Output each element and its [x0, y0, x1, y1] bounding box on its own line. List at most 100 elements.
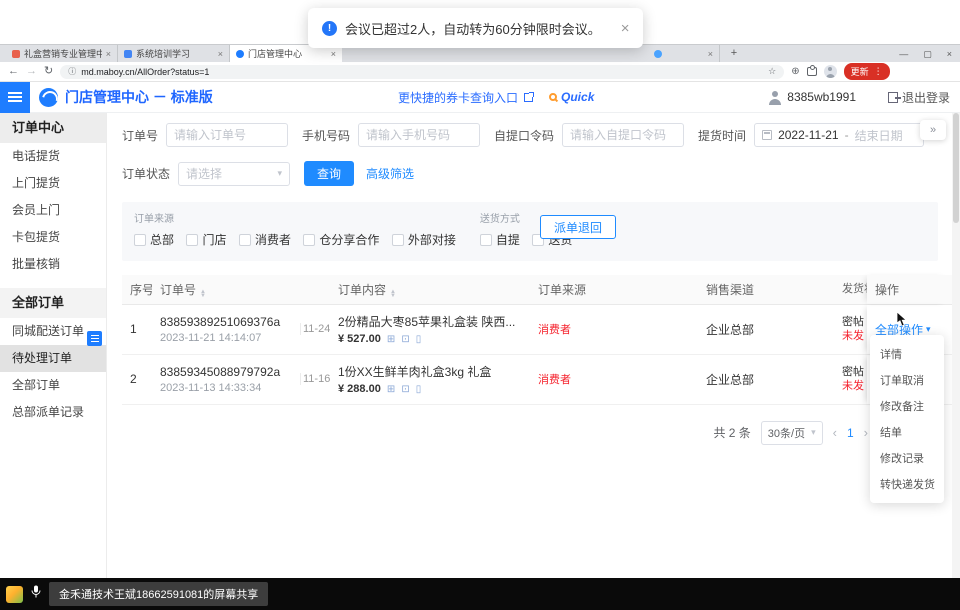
menu-kebab-icon[interactable]: ⋮ [874, 66, 883, 77]
sidebar-item-phone-pickup[interactable]: 电话提货 [0, 143, 106, 170]
checkbox-box[interactable] [134, 234, 146, 246]
browser-tab-partial[interactable]: × [648, 45, 720, 63]
tab-favicon [654, 50, 662, 58]
current-page[interactable]: 1 [847, 426, 854, 440]
order-time: 2023-11-21 14:14:07 [160, 332, 292, 344]
browser-tab-1[interactable]: 礼盒营销专业管理中心 × [6, 45, 118, 62]
order-no-input[interactable] [166, 123, 288, 147]
start-date-value: 2022-11-21 [778, 128, 839, 142]
checkbox-hq[interactable]: 总部 [134, 231, 174, 248]
checkbox-box[interactable] [303, 234, 315, 246]
mouse-cursor [896, 311, 908, 332]
page-size-select[interactable]: 30条/页 ▾ [761, 421, 823, 445]
browser-tab-2[interactable]: 系统培训学习 × [118, 45, 230, 62]
sidebar-toggle-button[interactable] [0, 82, 30, 113]
checkbox-warehouse-share[interactable]: 仓分享合作 [303, 231, 379, 248]
microphone-icon[interactable] [31, 585, 41, 603]
pickup-code-input[interactable] [562, 123, 684, 147]
bookmark-star-icon[interactable]: ☆ [768, 66, 776, 77]
window-maximize-icon[interactable]: ▢ [923, 49, 932, 60]
chrome-update-button[interactable]: 更新 ⋮ [844, 63, 890, 80]
dispatch-return-button[interactable]: 派单退回 [540, 215, 616, 239]
logout-button[interactable]: 退出登录 [888, 89, 950, 106]
order-no-label: 订单号 [122, 127, 158, 144]
menu-item-close-order[interactable]: 结单 [870, 419, 944, 445]
order-status-select[interactable]: 请选择 ▾ [178, 162, 290, 186]
info-icon: ! [322, 21, 337, 36]
user-icon [767, 90, 782, 105]
sidebar-collapse-button[interactable] [87, 331, 102, 346]
panel-expand-button[interactable]: » [920, 120, 946, 140]
table-header-row: 序号 订单号▲▼ 订单内容▲▼ 订单来源 销售渠道 发货状态 操作 [122, 275, 952, 305]
menu-item-express-ship[interactable]: 转快递发货 [870, 471, 944, 497]
sidebar-item-member-visit[interactable]: 会员上门 [0, 197, 106, 224]
checkbox-box[interactable] [239, 234, 251, 246]
sort-icon[interactable]: ▲▼ [390, 290, 396, 298]
app-header: 门店管理中心 － 标准版 更快捷的券卡查询入口 Quick 8385wb1991… [0, 82, 960, 113]
checkbox-box[interactable] [480, 234, 492, 246]
sort-icon[interactable]: ▲▼ [200, 290, 206, 298]
ship-status-cell: 密帖 未发 [840, 315, 867, 343]
order-price-line: ¥ 288.00 ⊞ ⊡ ▯ [338, 383, 522, 395]
page-scrollbar[interactable] [952, 113, 960, 578]
tab-close-icon[interactable]: × [218, 49, 223, 59]
phone-input[interactable] [358, 123, 480, 147]
menu-item-edit-note[interactable]: 修改备注 [870, 393, 944, 419]
col-header-ship-status: 发货状态 [840, 282, 867, 296]
tab-close-icon[interactable]: × [708, 49, 713, 59]
checkbox-external[interactable]: 外部对接 [392, 231, 456, 248]
sidebar-item-hq-dispatch-log[interactable]: 总部派单记录 [0, 399, 106, 426]
checkbox-label: 门店 [202, 231, 226, 248]
url-field[interactable]: ⓘ md.maboy.cn/AllOrder?status=1 ☆ [60, 65, 784, 79]
order-source-label: 订单来源 [134, 210, 464, 225]
sidebar-item-door-pickup[interactable]: 上门提货 [0, 170, 106, 197]
back-icon[interactable]: ← [8, 66, 19, 77]
site-info-icon[interactable]: ⓘ [68, 66, 76, 77]
user-account[interactable]: 8385wb1991 [767, 90, 856, 105]
checkbox-self-pickup[interactable]: 自提 [480, 231, 520, 248]
sales-channel-cell: 企业总部 [698, 321, 840, 338]
install-icon[interactable]: ⊕ [791, 67, 799, 77]
menu-item-edit-log[interactable]: 修改记录 [870, 445, 944, 471]
col-header-seq: 序号 [122, 281, 152, 298]
sidebar-item-card-pickup[interactable]: 卡包提货 [0, 224, 106, 251]
order-source-group: 订单来源 总部 门店 消费者 仓分享合作 外部对接 [134, 210, 464, 251]
tab-close-icon[interactable]: × [331, 49, 336, 59]
forward-icon[interactable]: → [26, 66, 37, 77]
next-page-button[interactable]: › [864, 425, 868, 440]
checkbox-box[interactable] [186, 234, 198, 246]
date-separator: - [845, 128, 849, 142]
order-price: ¥ 527.00 [338, 333, 381, 345]
total-count: 共 2 条 [713, 424, 750, 441]
date-range-picker[interactable]: 2022-11-21 - 结束日期 [754, 123, 924, 147]
chevron-down-icon[interactable]: ▾ [926, 324, 931, 335]
reload-icon[interactable]: ↻ [44, 66, 53, 77]
sidebar-item-pending-orders[interactable]: 待处理订单 [0, 345, 106, 372]
sidebar-item-all-orders[interactable]: 全部订单 [0, 372, 106, 399]
sidebar-section-order-center[interactable]: 订单中心 [0, 113, 106, 143]
advanced-filter-link[interactable]: 高级筛选 [366, 165, 414, 182]
prev-page-button[interactable]: ‹ [833, 425, 837, 440]
checkbox-box[interactable] [392, 234, 404, 246]
coupon-query-link[interactable]: 更快捷的券卡查询入口 [398, 89, 518, 106]
window-close-icon[interactable]: × [947, 49, 952, 59]
extensions-puzzle-icon[interactable] [807, 67, 817, 76]
search-button[interactable]: 查询 [304, 161, 354, 186]
col-header-source: 订单来源 [530, 281, 698, 298]
new-tab-button[interactable]: + [727, 47, 741, 61]
tab-close-icon[interactable]: × [106, 49, 111, 59]
menu-item-detail[interactable]: 详情 [870, 341, 944, 367]
quick-search-link[interactable]: Quick [549, 90, 594, 104]
source-badge: 消费者 [538, 374, 571, 386]
checkbox-consumer[interactable]: 消费者 [239, 231, 291, 248]
checkbox-store[interactable]: 门店 [186, 231, 226, 248]
sidebar-section-all-orders[interactable]: 全部订单 [0, 288, 106, 318]
row-seq: 2 [122, 372, 152, 386]
browser-profile-avatar[interactable] [824, 65, 837, 78]
external-link-icon[interactable] [524, 93, 533, 102]
window-minimize-icon[interactable]: — [899, 49, 908, 59]
sidebar-item-batch-verify[interactable]: 批量核销 [0, 251, 106, 278]
scrollbar-thumb[interactable] [953, 113, 959, 223]
menu-item-cancel-order[interactable]: 订单取消 [870, 367, 944, 393]
toast-close-icon[interactable]: × [621, 20, 630, 37]
